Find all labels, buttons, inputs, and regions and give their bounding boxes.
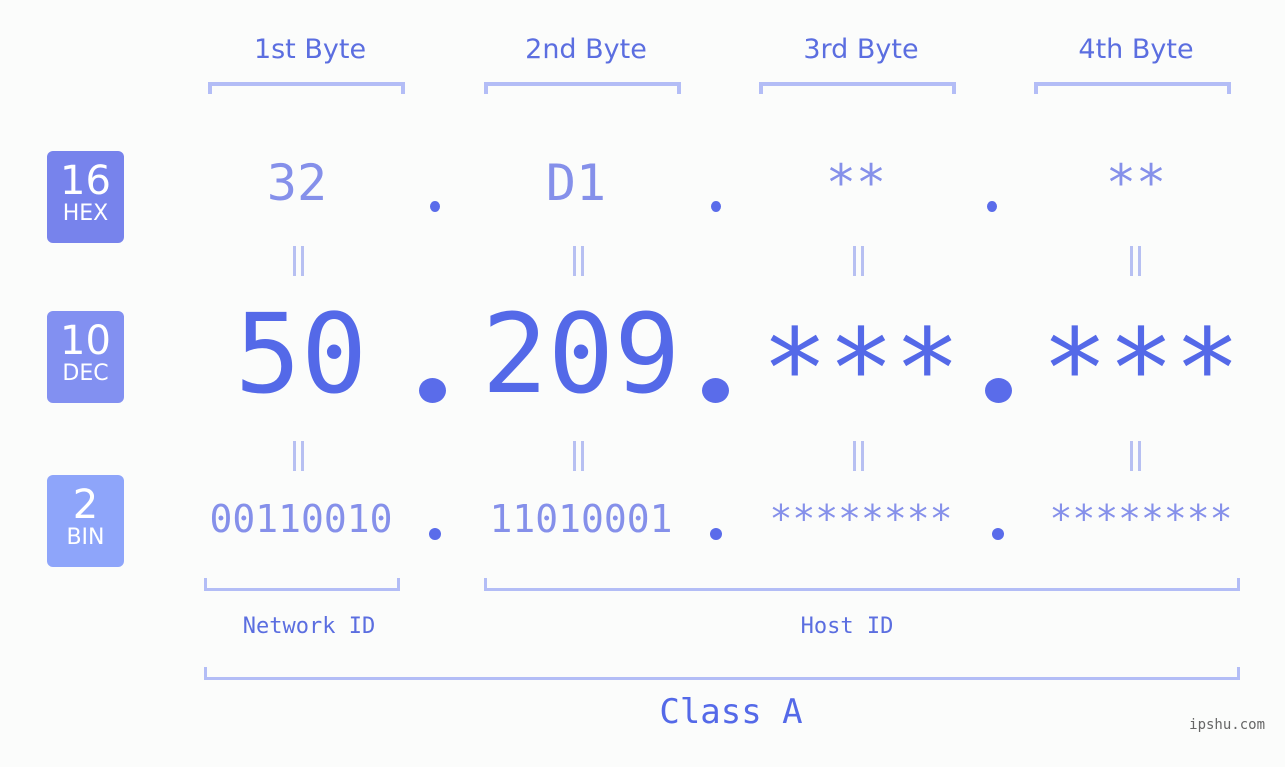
byte-header-1: 1st Byte [253, 34, 367, 65]
bin-badge-label: BIN [66, 525, 105, 550]
equals-icon [851, 246, 865, 276]
hex-badge-label: HEX [62, 201, 109, 226]
byte-bracket-3 [759, 82, 956, 94]
hex-badge-number: 16 [60, 158, 111, 204]
hex-dot-2 [711, 201, 721, 212]
byte-header-4: 4th Byte [1078, 34, 1194, 65]
equals-icon [291, 246, 305, 276]
watermark: ipshu.com [1189, 717, 1265, 733]
equals-icon [1128, 441, 1142, 471]
class-label: Class A [659, 692, 803, 732]
equals-icon [571, 441, 585, 471]
byte-header-3: 3rd Byte [803, 34, 919, 65]
bin-byte-1: 00110010 [209, 497, 393, 541]
class-bracket [204, 667, 1240, 680]
dec-dot-3 [985, 378, 1012, 403]
dec-badge-number: 10 [60, 318, 111, 364]
host-id-label: Host ID [800, 614, 894, 639]
byte-bracket-2 [484, 82, 681, 94]
byte-header-2: 2nd Byte [525, 34, 647, 65]
dec-byte-1: 50 [234, 290, 368, 418]
hex-byte-2: D1 [545, 154, 607, 212]
hex-byte-1: 32 [266, 154, 328, 212]
dec-badge-label: DEC [62, 361, 109, 386]
bin-byte-3: ******** [769, 497, 953, 541]
equals-icon [571, 246, 585, 276]
hex-badge: 16 HEX [47, 151, 124, 243]
byte-bracket-4 [1034, 82, 1231, 94]
network-id-label: Network ID [242, 614, 376, 639]
bin-dot-1 [429, 528, 441, 540]
host-id-bracket [484, 578, 1240, 591]
dec-byte-3: *** [761, 305, 961, 433]
byte-bracket-1 [208, 82, 405, 94]
hex-dot-3 [987, 201, 997, 212]
equals-icon [291, 441, 305, 471]
bin-badge: 2 BIN [47, 475, 124, 567]
equals-icon [851, 441, 865, 471]
dec-badge: 10 DEC [47, 311, 124, 403]
dec-byte-2: 209 [481, 290, 681, 418]
equals-icon [1128, 246, 1142, 276]
network-id-bracket [204, 578, 400, 591]
bin-dot-2 [710, 528, 722, 540]
dec-dot-1 [419, 378, 446, 403]
bin-dot-3 [992, 528, 1004, 540]
bin-byte-4: ******** [1049, 497, 1233, 541]
dec-dot-2 [702, 378, 729, 403]
bin-byte-2: 11010001 [489, 497, 673, 541]
bin-badge-number: 2 [72, 482, 99, 528]
hex-byte-3: ** [825, 154, 887, 212]
hex-dot-1 [430, 201, 440, 212]
hex-byte-4: ** [1105, 154, 1167, 212]
dec-byte-4: *** [1041, 305, 1241, 433]
